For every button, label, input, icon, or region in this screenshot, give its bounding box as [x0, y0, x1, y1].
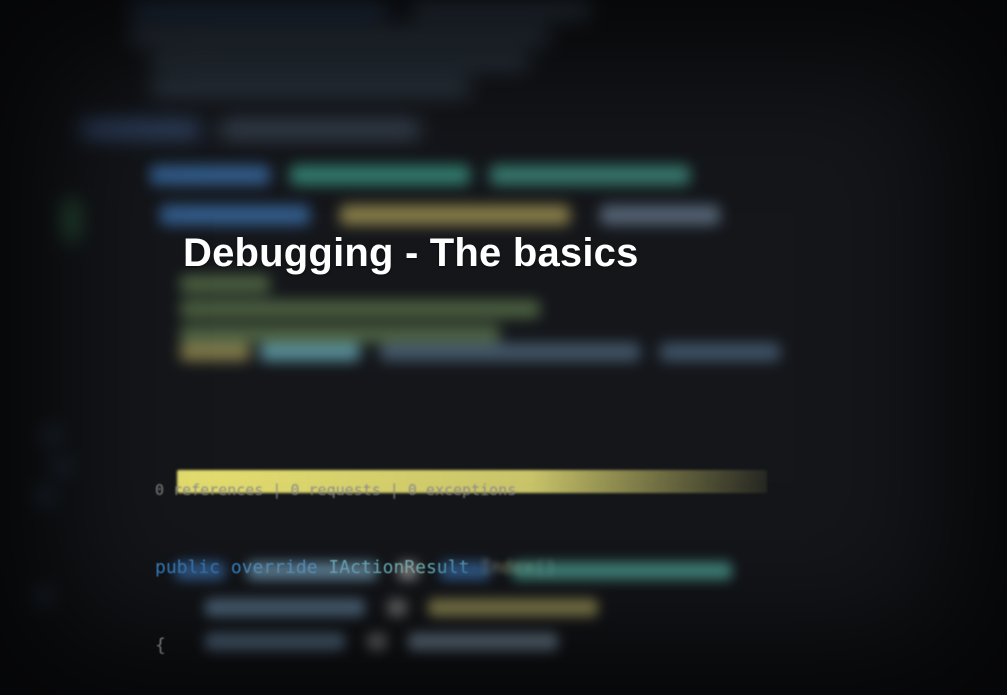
codelens-requests: 0 requests	[290, 481, 380, 499]
code-blur-lower	[175, 560, 744, 651]
page-title: Debugging - The basics	[183, 231, 639, 276]
codelens-references: 0 references	[155, 481, 263, 499]
code-editor-background: 0 references | 0 requests | 0 exceptions…	[0, 0, 1007, 695]
codelens-row: 0 references | 0 requests | 0 exceptions	[155, 477, 556, 503]
codelens-exceptions: 0 exceptions	[408, 481, 516, 499]
